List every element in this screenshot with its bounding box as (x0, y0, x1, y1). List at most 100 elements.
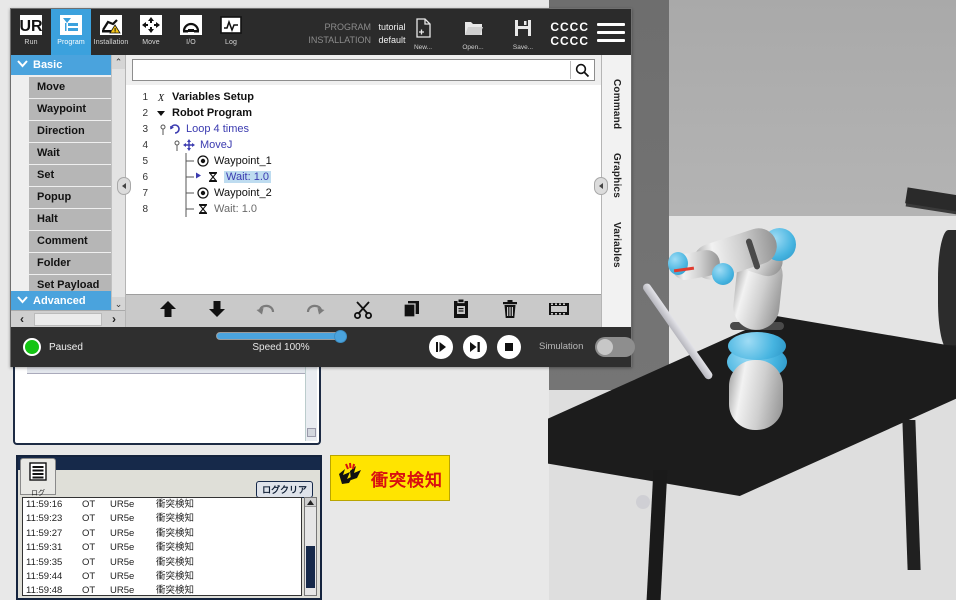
move-down-button[interactable] (204, 299, 230, 323)
tab-installation[interactable]: Installation (91, 9, 131, 55)
robot-warning-icon (98, 12, 124, 38)
program-tree-row-label: Robot Program (172, 107, 252, 119)
collision-alert-badge[interactable]: 衝突検知 (330, 455, 450, 501)
log-clear-button[interactable]: ログクリア (256, 481, 313, 498)
sidebar-scroll-up-button[interactable]: ⌃ (112, 55, 125, 69)
log-entry-row[interactable]: 11:59:48OTUR5e衝突検知 (23, 584, 301, 596)
sidebar-node-direction[interactable]: Direction (29, 121, 121, 142)
sidebar-node-comment[interactable]: Comment (29, 231, 121, 252)
tab-log[interactable]: Log (211, 9, 251, 55)
program-tree-row[interactable]: 5Waypoint_1 (126, 153, 601, 169)
tab-installation-label: Installation (94, 39, 129, 46)
save-program-label: Save... (513, 44, 533, 51)
sidebar-node-set[interactable]: Set (29, 165, 121, 186)
save-program-button[interactable]: Save... (506, 18, 540, 51)
wait-hourglass-icon (206, 171, 220, 183)
sidebar-node-halt[interactable]: Halt (29, 209, 121, 230)
tab-variables[interactable]: Variables (611, 210, 622, 280)
program-tree-row[interactable]: 1XVariables Setup (126, 89, 601, 105)
hamburger-menu-icon[interactable] (597, 23, 625, 47)
tab-log-label: Log (225, 39, 237, 46)
file-button-group: New... Open... Save... (406, 18, 540, 51)
log-entry-row[interactable]: 11:59:16OTUR5e衝突検知 (23, 498, 301, 512)
log-entry-row[interactable]: 11:59:44OTUR5e衝突検知 (23, 570, 301, 584)
log-entry-src: OT (82, 527, 110, 541)
log-entry-row[interactable]: 11:59:23OTUR5e衝突検知 (23, 512, 301, 526)
log-entry-device: UR5e (110, 527, 156, 541)
move-up-button[interactable] (155, 299, 181, 323)
status-led-icon (23, 338, 41, 356)
search-box[interactable] (132, 59, 595, 81)
log-entry-list[interactable]: 11:59:16OTUR5e衝突検知11:59:23OTUR5e衝突検知11:5… (22, 497, 302, 596)
program-tree-row[interactable]: 3Loop 4 times (126, 121, 601, 137)
simulation-toggle[interactable] (595, 337, 635, 357)
copy-button[interactable] (399, 299, 425, 323)
corner-text-line-2: CCCC (550, 34, 589, 48)
sidebar-node-folder[interactable]: Folder (29, 253, 121, 274)
program-tree-row[interactable]: 8Wait: 1.0 (126, 201, 601, 217)
sidebar-collapse-handle[interactable] (117, 177, 131, 195)
log-window-titlebar[interactable] (18, 457, 320, 470)
sidebar-node-move[interactable]: Move (29, 77, 121, 98)
program-line-number: 4 (126, 140, 148, 151)
delete-button[interactable] (497, 299, 523, 323)
paste-button[interactable] (448, 299, 474, 323)
tab-move[interactable]: Move (131, 9, 171, 55)
step-button[interactable] (463, 335, 487, 359)
current-step-marker-icon (196, 171, 205, 183)
program-tree-row[interactable]: 7Waypoint_2 (126, 185, 601, 201)
sidebar-next-button[interactable]: › (103, 312, 125, 326)
log-entry-row[interactable]: 11:59:35OTUR5e衝突検知 (23, 556, 301, 570)
log-entry-row[interactable]: 11:59:27OTUR5e衝突検知 (23, 527, 301, 541)
tab-program[interactable]: Program (51, 9, 91, 55)
program-tree-indent (154, 201, 196, 217)
program-tree-row[interactable]: 4MoveJ (126, 137, 601, 153)
wait-hourglass-icon (196, 203, 210, 215)
program-tree-row[interactable]: 2Robot Program (126, 105, 601, 121)
cut-button[interactable] (350, 299, 376, 323)
stop-button[interactable] (497, 335, 521, 359)
search-icon[interactable] (570, 61, 594, 79)
sidebar-node-waypoint[interactable]: Waypoint (29, 99, 121, 120)
right-panel-collapse-handle[interactable] (594, 177, 608, 195)
sidebar-scroll-down-button[interactable]: ⌄ (112, 297, 125, 311)
background-window-panel[interactable] (13, 360, 321, 445)
background-panel-scroll-thumb[interactable] (307, 428, 316, 437)
installation-label: INSTALLATION (303, 34, 371, 47)
log-entry-row[interactable]: 11:59:31OTUR5e衝突検知 (23, 541, 301, 555)
speed-slider-knob[interactable] (334, 330, 347, 343)
log-entry-device: UR5e (110, 556, 156, 570)
program-tree-indent (154, 169, 196, 185)
tab-run-label: Run (24, 39, 37, 46)
sidebar-category-basic[interactable]: Basic (11, 55, 125, 75)
new-program-button[interactable]: New... (406, 18, 440, 51)
program-tree[interactable]: 1XVariables Setup2Robot Program3Loop 4 t… (126, 85, 601, 294)
copy-pages-icon (402, 299, 422, 324)
log-scroll-thumb[interactable] (306, 546, 315, 588)
sidebar-node-wait[interactable]: Wait (29, 143, 121, 164)
open-program-button[interactable]: Open... (456, 18, 490, 51)
tab-graphics[interactable]: Graphics (611, 141, 622, 210)
program-tree-row[interactable]: 6Wait: 1.0 (126, 169, 601, 185)
log-scroll-up-button[interactable] (305, 498, 316, 507)
suppress-button[interactable] (546, 299, 572, 323)
tab-move-label: Move (142, 39, 160, 46)
speed-slider[interactable] (216, 332, 346, 340)
program-edit-toolbar (126, 294, 601, 327)
play-button[interactable] (429, 335, 453, 359)
tab-command[interactable]: Command (611, 67, 622, 141)
log-entry-device: UR5e (110, 570, 156, 584)
log-tab-button[interactable]: ログ (20, 458, 56, 495)
log-entry-message: 衝突検知 (156, 584, 301, 596)
log-scrollbar[interactable] (304, 497, 317, 596)
log-entry-device: UR5e (110, 584, 156, 596)
search-input[interactable] (133, 60, 570, 80)
sidebar-category-advanced[interactable]: Advanced (11, 291, 111, 311)
clipboard-icon (452, 299, 470, 324)
log-entry-time: 11:59:31 (26, 541, 82, 555)
tab-run[interactable]: UR Run (11, 9, 51, 55)
tab-io[interactable]: I/O (171, 9, 211, 55)
sidebar-node-popup[interactable]: Popup (29, 187, 121, 208)
sidebar-pager-track[interactable] (34, 313, 102, 326)
sidebar-prev-button[interactable]: ‹ (11, 312, 33, 326)
